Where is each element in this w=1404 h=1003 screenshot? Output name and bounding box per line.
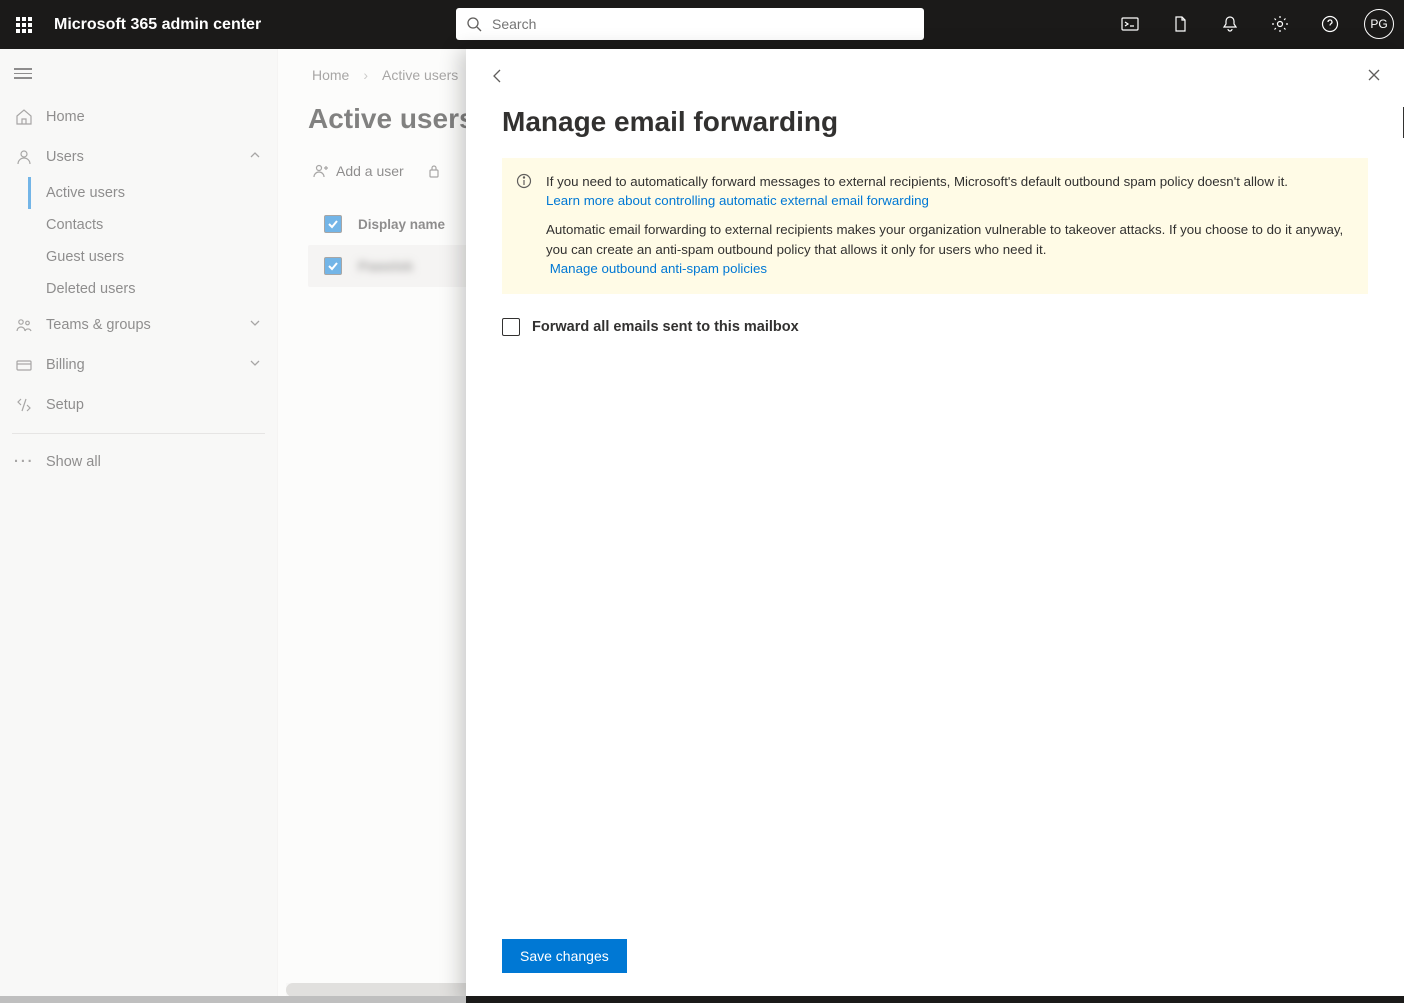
column-header-display-name[interactable]: Display name <box>358 217 445 232</box>
nav-sub-active-users[interactable]: Active users <box>28 177 277 209</box>
setup-icon <box>14 395 34 415</box>
ellipsis-icon: ··· <box>14 454 34 470</box>
save-changes-button[interactable]: Save changes <box>502 939 627 973</box>
close-icon <box>1366 67 1382 83</box>
toolbar-secondary[interactable] <box>426 163 442 179</box>
nav-label: Setup <box>46 397 84 413</box>
chevron-up-icon <box>249 149 261 165</box>
nav-item-teams[interactable]: Teams & groups <box>0 305 277 345</box>
info-banner: If you need to automatically forward mes… <box>502 158 1368 294</box>
help-icon <box>1321 15 1339 33</box>
document-icon <box>1171 15 1189 33</box>
arrow-left-icon <box>488 67 506 85</box>
search-input[interactable] <box>492 16 914 32</box>
account-avatar[interactable]: PG <box>1364 9 1394 39</box>
app-title: Microsoft 365 admin center <box>54 16 261 34</box>
nav-item-users[interactable]: Users <box>0 137 277 177</box>
hamburger-icon <box>14 65 32 79</box>
bell-icon <box>1221 15 1239 33</box>
terminal-icon <box>1121 15 1139 33</box>
info-icon <box>516 173 532 278</box>
nav-item-setup[interactable]: Setup <box>0 385 277 425</box>
chevron-down-icon <box>249 357 261 373</box>
nav-item-billing[interactable]: Billing <box>0 345 277 385</box>
shell-icon-2[interactable] <box>1164 8 1196 40</box>
panel-footer: Save changes <box>466 921 1404 1003</box>
top-right-icons: PG <box>1114 0 1394 48</box>
bottom-edge-left <box>0 996 466 1003</box>
nav-label: Active users <box>46 185 125 201</box>
forward-option-row: Forward all emails sent to this mailbox <box>502 318 1368 336</box>
nav-item-home[interactable]: Home <box>0 97 277 137</box>
panel-body: If you need to automatically forward mes… <box>466 158 1404 921</box>
toolbar-label: Add a user <box>336 163 404 179</box>
forward-checkbox-label: Forward all emails sent to this mailbox <box>532 319 799 335</box>
forward-checkbox[interactable] <box>502 318 520 336</box>
banner-paragraph-1: If you need to automatically forward mes… <box>546 174 1288 189</box>
lock-icon <box>426 163 442 179</box>
gear-icon <box>1271 15 1289 33</box>
top-bar: Microsoft 365 admin center PG <box>0 0 1404 49</box>
users-icon <box>14 147 34 167</box>
waffle-icon <box>16 17 32 33</box>
search-icon <box>466 16 482 32</box>
shell-icon-1[interactable] <box>1114 8 1146 40</box>
banner-link-manage-policies[interactable]: Manage outbound anti-spam policies <box>550 261 767 276</box>
nav-sub-deleted-users[interactable]: Deleted users <box>0 273 277 305</box>
panel-title: Manage email forwarding <box>502 107 1404 138</box>
nav-label: Billing <box>46 357 85 373</box>
nav-label: Users <box>46 149 84 165</box>
nav-show-all[interactable]: ··· Show all <box>0 442 277 482</box>
nav-label: Home <box>46 109 85 125</box>
select-all-checkbox[interactable] <box>324 215 342 233</box>
back-button[interactable] <box>488 67 506 88</box>
notifications-button[interactable] <box>1214 8 1246 40</box>
add-user-icon <box>312 163 328 179</box>
panel-header <box>466 49 1404 107</box>
chevron-down-icon <box>249 317 261 333</box>
add-user-button[interactable]: Add a user <box>312 163 404 179</box>
banner-paragraph-2: Automatic email forwarding to external r… <box>546 222 1343 256</box>
nav-collapse-button[interactable] <box>0 59 277 97</box>
nav-label: Teams & groups <box>46 317 151 333</box>
banner-link-learn-more[interactable]: Learn more about controlling automatic e… <box>546 193 929 208</box>
breadcrumb-home[interactable]: Home <box>312 67 349 83</box>
nav-label: Contacts <box>46 217 103 233</box>
left-nav: Home Users Active users Contacts Guest u… <box>0 49 278 1003</box>
app-launcher-button[interactable] <box>0 1 48 49</box>
flyout-panel: Manage email forwarding If you need to a… <box>466 49 1404 1003</box>
nav-label: Show all <box>46 454 101 470</box>
nav-divider <box>12 433 265 434</box>
checkmark-icon <box>327 218 339 230</box>
user-display-name: Pawelek <box>358 258 413 274</box>
teams-icon <box>14 315 34 335</box>
nav-sub-contacts[interactable]: Contacts <box>0 209 277 241</box>
nav-sub-guest-users[interactable]: Guest users <box>0 241 277 273</box>
table-row[interactable]: Pawelek <box>308 245 468 287</box>
billing-icon <box>14 355 34 375</box>
search-box[interactable] <box>456 8 924 40</box>
breadcrumb-active-users[interactable]: Active users <box>382 67 458 83</box>
row-checkbox[interactable] <box>324 257 342 275</box>
close-button[interactable] <box>1366 67 1382 86</box>
nav-label: Guest users <box>46 249 124 265</box>
info-banner-text: If you need to automatically forward mes… <box>546 172 1350 278</box>
chevron-right-icon: › <box>363 67 368 83</box>
home-icon <box>14 107 34 127</box>
help-button[interactable] <box>1314 8 1346 40</box>
settings-button[interactable] <box>1264 8 1296 40</box>
nav-label: Deleted users <box>46 281 135 297</box>
checkmark-icon <box>327 260 339 272</box>
